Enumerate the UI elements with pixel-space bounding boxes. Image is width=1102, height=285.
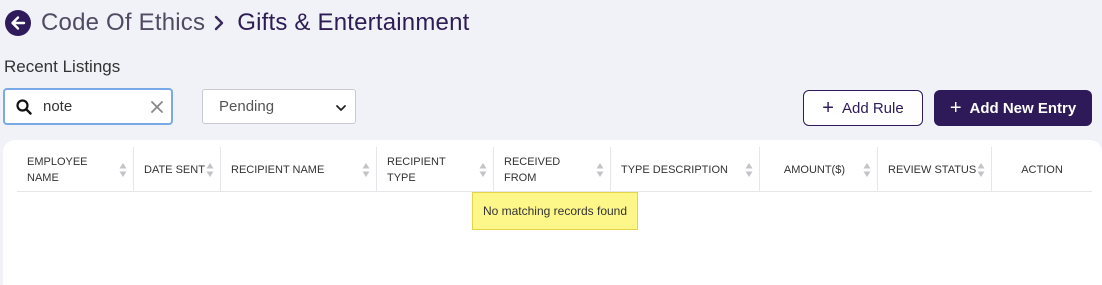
column-amount[interactable]: AMOUNT($) xyxy=(760,147,878,192)
column-employee-name[interactable]: EMPLOYEE NAME xyxy=(17,147,134,192)
sort-icon xyxy=(479,163,487,177)
table-header: EMPLOYEE NAME DATE SENT RECIPIENT NAME R… xyxy=(17,147,1092,192)
plus-icon: + xyxy=(949,97,962,119)
sort-icon xyxy=(977,163,985,177)
breadcrumb-parent[interactable]: Code Of Ethics xyxy=(41,9,205,37)
search-input[interactable] xyxy=(43,98,143,115)
column-date-sent[interactable]: DATE SENT xyxy=(134,147,221,192)
column-action: ACTION xyxy=(1021,163,1063,176)
arrow-left-icon xyxy=(11,16,26,30)
empty-state-message: No matching records found xyxy=(472,192,638,230)
add-rule-label: Add Rule xyxy=(841,99,904,117)
sort-icon xyxy=(863,163,871,177)
chevron-right-icon xyxy=(213,14,225,32)
sort-icon xyxy=(206,163,214,177)
page-title: Gifts & Entertainment xyxy=(237,9,470,36)
column-recipient-name[interactable]: RECIPIENT NAME xyxy=(221,147,377,192)
add-rule-button[interactable]: + Add Rule xyxy=(803,90,923,126)
column-recipient-type[interactable]: RECIPIENT TYPE xyxy=(377,147,494,192)
add-new-entry-label: Add New Entry xyxy=(969,99,1077,117)
plus-icon: + xyxy=(822,97,834,119)
search-icon xyxy=(15,98,33,116)
page: Code Of Ethics Gifts & Entertainment Rec… xyxy=(0,0,1102,285)
sort-icon xyxy=(745,163,753,177)
sort-icon xyxy=(596,163,604,177)
column-received-from[interactable]: RECEIVED FROM xyxy=(494,147,611,192)
listings-table: EMPLOYEE NAME DATE SENT RECIPIENT NAME R… xyxy=(3,140,1102,285)
clear-icon[interactable] xyxy=(149,99,165,115)
column-review-status[interactable]: REVIEW STATUS xyxy=(878,147,992,192)
column-type-description[interactable]: TYPE DESCRIPTION xyxy=(611,147,760,192)
add-new-entry-button[interactable]: + Add New Entry xyxy=(934,90,1092,126)
search-box[interactable] xyxy=(3,88,173,125)
section-title: Recent Listings xyxy=(4,57,121,76)
sort-icon xyxy=(119,163,127,177)
back-button[interactable] xyxy=(5,10,31,36)
chevron-down-icon xyxy=(335,101,347,118)
sort-icon xyxy=(362,163,370,177)
status-select-value: Pending xyxy=(219,98,275,115)
status-select[interactable]: Pending xyxy=(202,89,356,124)
breadcrumb: Code Of Ethics Gifts & Entertainment xyxy=(5,7,470,39)
